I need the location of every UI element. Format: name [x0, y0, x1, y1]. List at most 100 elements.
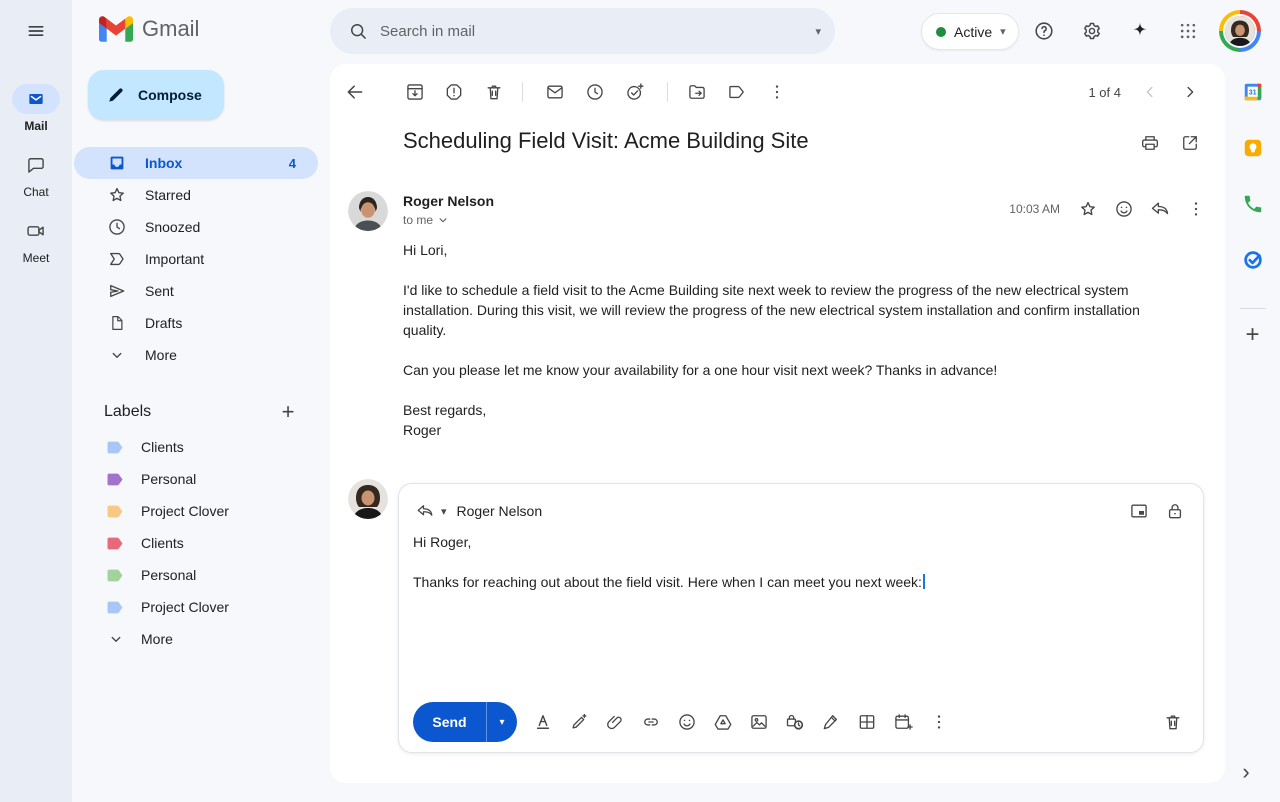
sidebar-item-inbox[interactable]: Inbox 4 [74, 147, 318, 179]
reply-compose-box[interactable]: ▾ Roger Nelson Hi Roger, Thanks for reac… [398, 483, 1204, 753]
search-bar[interactable]: ▾ [330, 8, 835, 54]
label-name: Clients [141, 535, 184, 551]
move-to-button[interactable] [679, 74, 715, 110]
insert-link-button[interactable] [633, 704, 669, 740]
star-message-button[interactable] [1070, 191, 1106, 227]
archive-button[interactable] [397, 74, 433, 110]
sidebar-item-starred[interactable]: Starred [74, 179, 318, 211]
sparkle-icon [1129, 20, 1151, 42]
layouts-grid-icon [857, 712, 877, 732]
discard-draft-button[interactable] [1155, 704, 1191, 740]
image-icon [749, 712, 769, 732]
sidebar-item-drafts[interactable]: Drafts [74, 307, 318, 339]
labels-button[interactable] [719, 74, 755, 110]
label-name: Personal [141, 567, 196, 583]
sender-avatar[interactable] [348, 191, 388, 231]
compose-more-button[interactable] [921, 704, 957, 740]
label-item-clients-2[interactable]: Clients [74, 527, 318, 559]
main-menu-button[interactable] [14, 9, 58, 53]
label-item-project-clover-1[interactable]: Project Clover [74, 495, 318, 527]
reply-button[interactable] [1142, 191, 1178, 227]
message-more-button[interactable] [1178, 191, 1214, 227]
help-me-write-button[interactable] [561, 704, 597, 740]
older-conversation-button[interactable] [1172, 74, 1208, 110]
delete-button[interactable] [476, 74, 512, 110]
label-tag-icon [107, 537, 124, 550]
label-item-clients-1[interactable]: Clients [74, 431, 318, 463]
get-addons-button[interactable]: + [1235, 317, 1271, 353]
star-icon [1078, 199, 1098, 219]
emoji-reaction-button[interactable] [1106, 191, 1142, 227]
move-to-folder-icon [687, 82, 707, 102]
insert-photo-button[interactable] [741, 704, 777, 740]
report-spam-button[interactable] [436, 74, 472, 110]
calendar-app-button[interactable]: 31 [1231, 70, 1275, 114]
gmail-logo[interactable]: Gmail [99, 16, 199, 42]
status-selector[interactable]: Active ▾ [921, 13, 1019, 50]
more-options-button[interactable] [759, 74, 795, 110]
insert-emoji-button[interactable] [669, 704, 705, 740]
gemini-button[interactable] [1118, 9, 1162, 53]
reply-type-button[interactable] [409, 495, 441, 527]
tasks-app-button[interactable] [1231, 238, 1275, 282]
print-button[interactable] [1132, 125, 1168, 161]
snooze-button[interactable] [577, 74, 613, 110]
reply-user-avatar [348, 479, 388, 519]
open-in-new-button[interactable] [1172, 125, 1208, 161]
sender-name: Roger Nelson [403, 193, 494, 209]
reply-options-caret-icon[interactable]: ▾ [441, 505, 447, 518]
reply-editor[interactable]: Hi Roger, Thanks for reaching out about … [413, 532, 1189, 592]
newer-conversation-button[interactable] [1132, 74, 1168, 110]
add-to-tasks-button[interactable] [617, 74, 653, 110]
search-button[interactable] [340, 13, 376, 49]
formatting-options-button[interactable] [525, 704, 561, 740]
sidebar-item-snoozed[interactable]: Snoozed [74, 211, 318, 243]
search-options-caret-icon[interactable]: ▾ [815, 25, 821, 38]
back-button[interactable] [337, 74, 373, 110]
apps-grid-button[interactable] [1166, 9, 1210, 53]
search-input[interactable] [380, 23, 815, 40]
set-up-meeting-button[interactable] [885, 704, 921, 740]
voice-app-button[interactable] [1231, 182, 1275, 226]
help-button[interactable] [1022, 9, 1066, 53]
lock-button[interactable] [1157, 493, 1193, 529]
send-button[interactable]: Send [413, 714, 486, 730]
create-label-button[interactable]: + [272, 396, 304, 428]
label-item-personal-2[interactable]: Personal [74, 559, 318, 591]
panel-divider [1240, 308, 1266, 309]
settings-button[interactable] [1070, 9, 1114, 53]
keep-app-button[interactable] [1231, 126, 1275, 170]
sidebar-item-important[interactable]: Important [74, 243, 318, 275]
label-tag-icon [107, 473, 124, 486]
labels-more[interactable]: More [74, 623, 318, 655]
sidebar-item-label: Sent [145, 283, 174, 299]
calendar-plus-icon [893, 712, 913, 732]
insert-signature-button[interactable] [813, 704, 849, 740]
send-plane-icon [107, 281, 127, 301]
insert-from-drive-button[interactable] [705, 704, 741, 740]
send-options-caret-icon[interactable]: ▾ [487, 717, 517, 728]
archive-icon [405, 82, 425, 102]
attach-files-button[interactable] [597, 704, 633, 740]
label-item-personal-1[interactable]: Personal [74, 463, 318, 495]
rail-item-mail[interactable]: Mail [0, 84, 72, 133]
sidebar-item-sent[interactable]: Sent [74, 275, 318, 307]
confidential-mode-button[interactable] [777, 704, 813, 740]
recipient-details-toggle[interactable]: to me [403, 213, 450, 227]
label-item-project-clover-2[interactable]: Project Clover [74, 591, 318, 623]
layouts-button[interactable] [849, 704, 885, 740]
sidebar-item-more[interactable]: More [74, 339, 318, 371]
reply-recipient-name[interactable]: Roger Nelson [457, 503, 543, 519]
show-side-panel-button[interactable]: › [1226, 752, 1266, 792]
svg-text:31: 31 [1248, 89, 1256, 96]
chevron-down-icon [107, 630, 125, 648]
paperclip-icon [605, 712, 625, 732]
rail-item-chat[interactable]: Chat [0, 150, 72, 199]
pop-out-reply-button[interactable] [1121, 493, 1157, 529]
lock-icon [1165, 501, 1185, 521]
account-avatar-button[interactable] [1219, 10, 1261, 52]
compose-button[interactable]: Compose [88, 70, 224, 120]
mark-unread-button[interactable] [537, 74, 573, 110]
rail-item-meet[interactable]: Meet [0, 216, 72, 265]
send-button-group[interactable]: Send ▾ [413, 702, 517, 742]
